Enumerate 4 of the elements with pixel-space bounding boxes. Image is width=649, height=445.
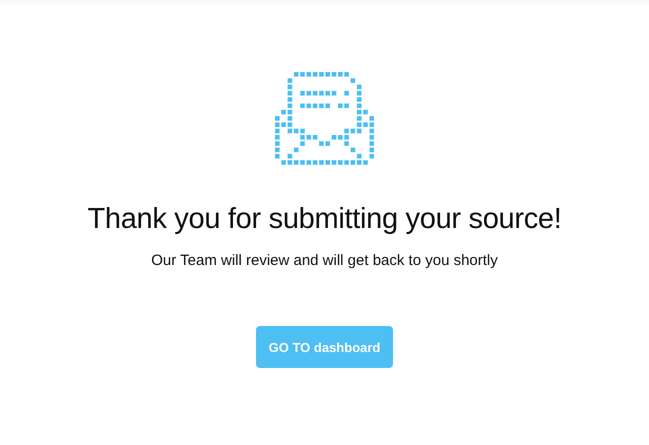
- dashboard-button[interactable]: GO TO dashboard: [256, 326, 394, 368]
- heading: Thank you for submitting your source!: [87, 203, 562, 236]
- envelope-icon: [275, 72, 374, 165]
- message: Our Team will review and will get back to you shortly: [151, 252, 498, 269]
